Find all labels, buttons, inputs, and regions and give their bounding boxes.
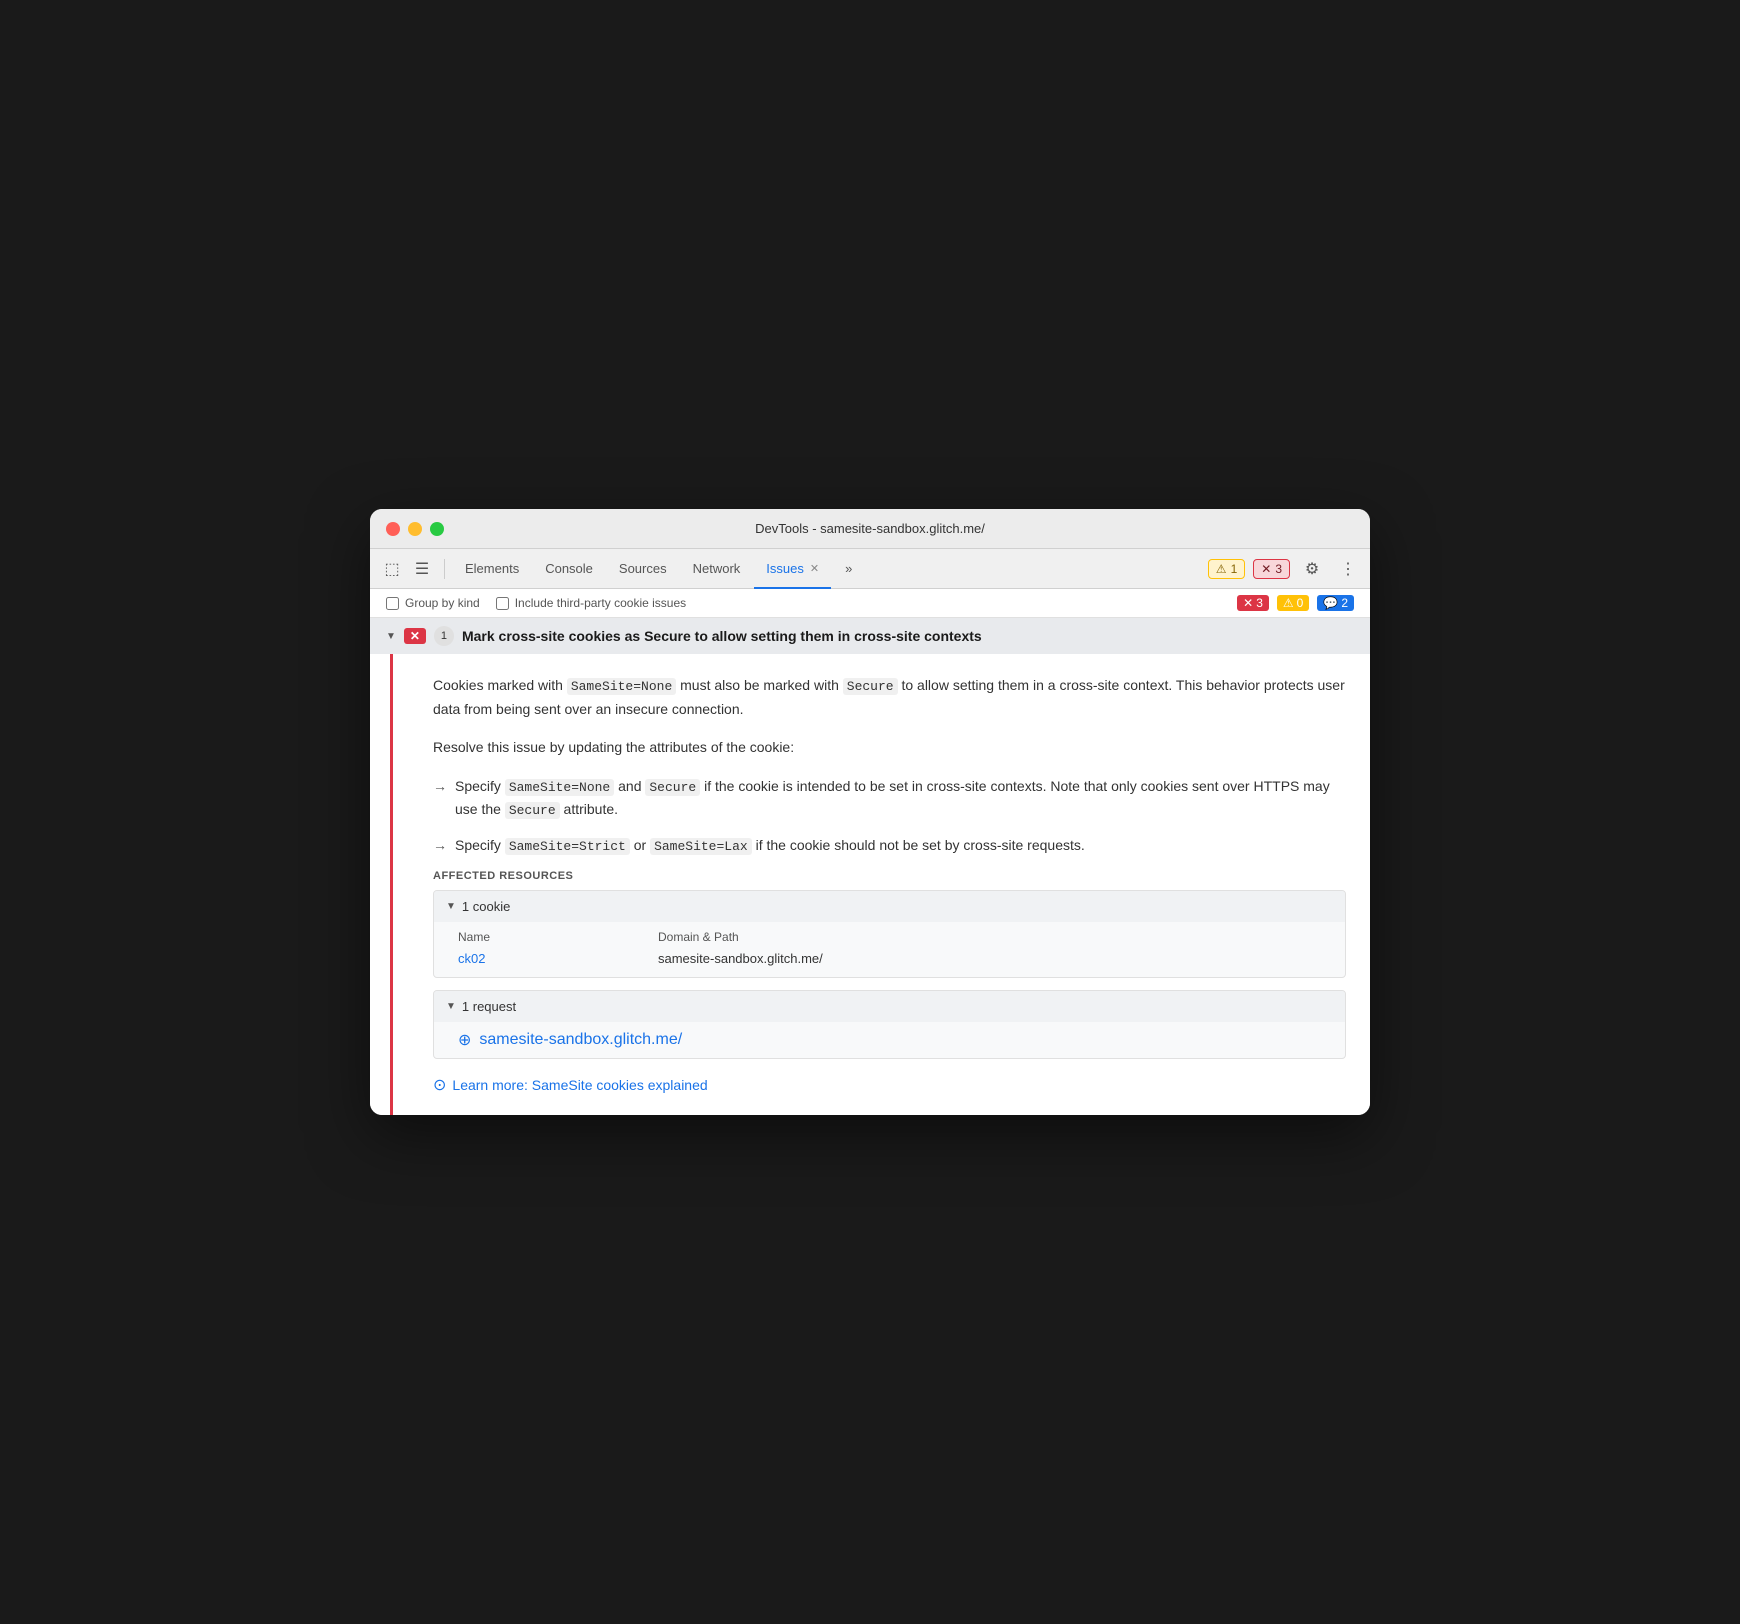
tab-console[interactable]: Console: [533, 549, 605, 589]
request-section: ▼ 1 request ⊕ samesite-sandbox.glitch.me…: [433, 990, 1346, 1059]
filter-info-icon: 💬: [1323, 596, 1338, 610]
toolbar: ⬚ ☰ Elements Console Sources Network Iss…: [370, 549, 1370, 589]
code-secure: Secure: [843, 678, 898, 695]
issue-count-badge: 1: [434, 626, 454, 646]
cookie-name-link[interactable]: ck02: [458, 951, 485, 966]
cookie-collapse-arrow: ▼: [446, 901, 456, 912]
cookie-table-header: Name Domain & Path: [458, 926, 1333, 948]
more-tabs-button[interactable]: »: [833, 549, 864, 589]
tab-issues[interactable]: Issues ✕: [754, 549, 831, 589]
request-section-header[interactable]: ▼ 1 request: [434, 991, 1345, 1022]
bullet-item-1: → Specify SameSite=None and Secure if th…: [433, 775, 1346, 823]
cookie-count-text: 1 cookie: [462, 899, 510, 914]
resolve-text: Resolve this issue by updating the attri…: [433, 736, 1346, 758]
third-party-label[interactable]: Include third-party cookie issues: [496, 596, 686, 610]
minimize-button[interactable]: [408, 522, 422, 536]
code-samesite-strict: SameSite=Strict: [505, 838, 630, 855]
toolbar-right: ⚠ 1 ✕ 3 ⚙ ⋮: [1208, 555, 1362, 583]
filter-badges: ✕ 3 ⚠ 0 💬 2: [1237, 595, 1354, 611]
group-by-kind-label[interactable]: Group by kind: [386, 596, 480, 610]
request-url-link[interactable]: samesite-sandbox.glitch.me/: [479, 1031, 682, 1049]
filter-error-badge[interactable]: ✕ 3: [1237, 595, 1269, 611]
issue-description: Cookies marked with SameSite=None must a…: [433, 674, 1346, 720]
learn-more-link[interactable]: Learn more: SameSite cookies explained: [452, 1077, 707, 1093]
filters-bar: Group by kind Include third-party cookie…: [370, 589, 1370, 618]
more-options-icon[interactable]: ⋮: [1334, 555, 1362, 583]
bullet-arrow-2: →: [433, 834, 447, 858]
third-party-checkbox[interactable]: [496, 597, 509, 610]
settings-icon[interactable]: ⚙: [1298, 555, 1326, 583]
warning-badge[interactable]: ⚠ 1: [1208, 559, 1245, 579]
affected-resources: AFFECTED RESOURCES ▼ 1 cookie Name Domai…: [433, 870, 1346, 1095]
cookie-table: Name Domain & Path ck02 samesite-sandbox…: [434, 922, 1345, 977]
close-button[interactable]: [386, 522, 400, 536]
traffic-lights: [386, 522, 444, 536]
error-badge[interactable]: ✕ 3: [1253, 559, 1290, 579]
tab-network[interactable]: Network: [681, 549, 753, 589]
tab-close-icon[interactable]: ✕: [810, 562, 819, 575]
filter-warning-icon: ⚠: [1283, 596, 1294, 610]
request-icon: ⊕: [458, 1030, 471, 1050]
issue-collapse-arrow: ▼: [386, 631, 396, 642]
cookie-domain: samesite-sandbox.glitch.me/: [658, 951, 1333, 966]
cookie-row: ck02 samesite-sandbox.glitch.me/: [458, 948, 1333, 969]
code-secure-3: Secure: [505, 802, 560, 819]
col-header-name: Name: [458, 930, 658, 944]
group-by-kind-checkbox[interactable]: [386, 597, 399, 610]
filter-info-badge[interactable]: 💬 2: [1317, 595, 1354, 611]
request-count-text: 1 request: [462, 999, 516, 1014]
cursor-icon[interactable]: ⬚: [378, 555, 406, 583]
divider: [444, 559, 445, 579]
learn-more: ⊙ Learn more: SameSite cookies explained: [433, 1075, 1346, 1095]
window-title: DevTools - samesite-sandbox.glitch.me/: [755, 521, 985, 536]
code-samesite-none-2: SameSite=None: [505, 779, 614, 796]
inspector-icon[interactable]: ☰: [408, 555, 436, 583]
filter-error-icon: ✕: [1243, 596, 1253, 610]
affected-label: AFFECTED RESOURCES: [433, 870, 1346, 882]
col-header-domain: Domain & Path: [658, 930, 1333, 944]
cookie-section: ▼ 1 cookie Name Domain & Path ck02 same: [433, 890, 1346, 978]
title-bar: DevTools - samesite-sandbox.glitch.me/: [370, 509, 1370, 549]
request-collapse-arrow: ▼: [446, 1001, 456, 1012]
issue-type-badge: ✕: [404, 628, 426, 644]
filter-warning-badge[interactable]: ⚠ 0: [1277, 595, 1309, 611]
learn-more-icon: ⊙: [433, 1075, 446, 1095]
maximize-button[interactable]: [430, 522, 444, 536]
bullet-arrow-1: →: [433, 775, 447, 823]
error-icon: ✕: [1261, 562, 1271, 576]
tab-elements[interactable]: Elements: [453, 549, 531, 589]
tab-sources[interactable]: Sources: [607, 549, 679, 589]
issue-title: Mark cross-site cookies as Secure to all…: [462, 628, 982, 644]
issue-body: Cookies marked with SameSite=None must a…: [390, 654, 1370, 1115]
devtools-window: DevTools - samesite-sandbox.glitch.me/ ⬚…: [370, 509, 1370, 1115]
warning-icon: ⚠: [1216, 562, 1227, 576]
main-content: ▼ ✕ 1 Mark cross-site cookies as Secure …: [370, 618, 1370, 1115]
code-secure-2: Secure: [645, 779, 700, 796]
code-samesite-none: SameSite=None: [567, 678, 676, 695]
issue-header[interactable]: ▼ ✕ 1 Mark cross-site cookies as Secure …: [370, 618, 1370, 654]
request-row: ⊕ samesite-sandbox.glitch.me/: [434, 1022, 1345, 1058]
bullet-item-2: → Specify SameSite=Strict or SameSite=La…: [433, 834, 1346, 858]
cookie-section-header[interactable]: ▼ 1 cookie: [434, 891, 1345, 922]
code-samesite-lax: SameSite=Lax: [650, 838, 752, 855]
